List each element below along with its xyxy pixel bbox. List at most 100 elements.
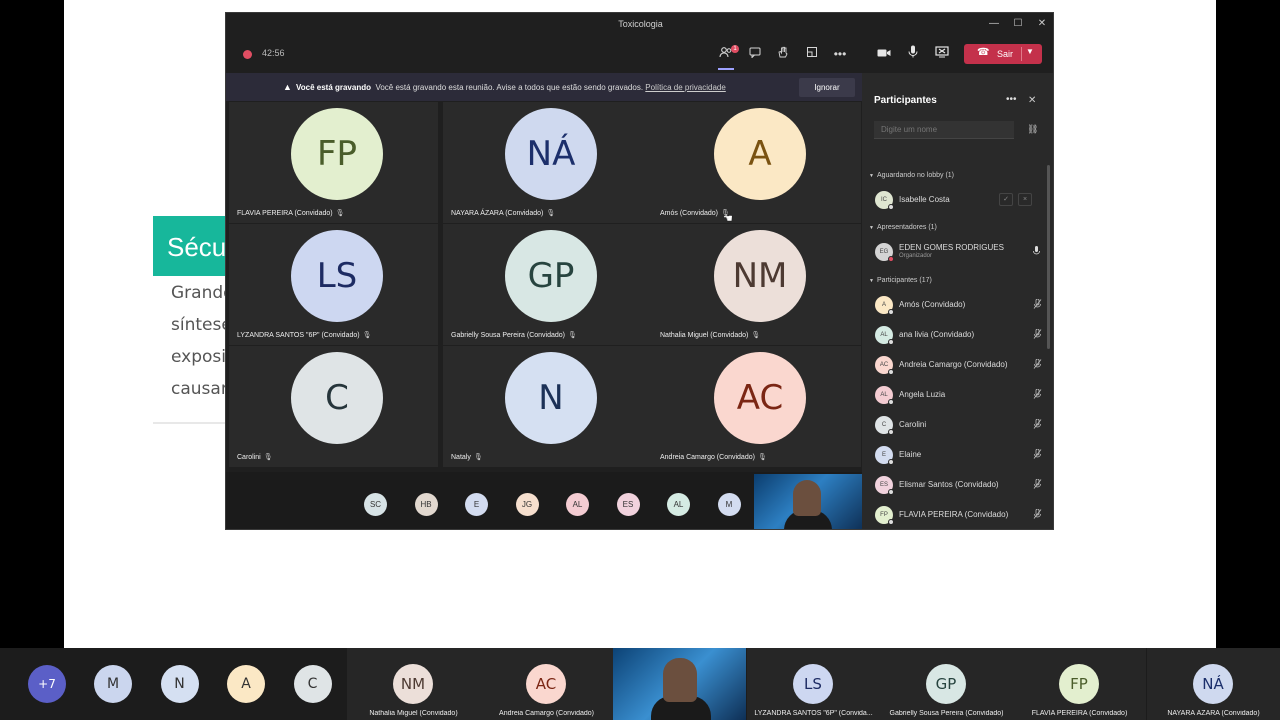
overflow-avatar[interactable]: M — [717, 493, 741, 516]
video-tile[interactable]: FP FLAVIA PEREIRA (Convidado) 🎙 — [229, 102, 438, 223]
tile-name: LYZANDRA SANTOS "6P" (Convidado) 🎙 — [237, 331, 371, 339]
meeting-toolbar: 42:56 1 ••• ☎ Sair ▼ — [226, 35, 1053, 73]
avatar: GP — [926, 664, 966, 704]
video-tile[interactable]: NÁ NAYARA ÁZARA (Convidado) 🎙 — [443, 102, 652, 223]
participant-row[interactable]: AC Andreia Camargo (Convidado) — [875, 353, 1043, 377]
lobby-section-header[interactable]: ▼ Aguardando no lobby (1) — [869, 172, 954, 179]
maximize-icon[interactable]: ☐ — [1006, 13, 1030, 35]
participants-badge: 1 — [731, 45, 739, 53]
video-tile[interactable]: N Nataly 🎙 — [443, 346, 652, 467]
overflow-avatar[interactable]: AL — [566, 493, 589, 516]
microphone-icon[interactable] — [903, 44, 923, 64]
participant-search-input[interactable] — [874, 121, 1014, 139]
participant-row[interactable]: AL ana livia (Convidado) — [875, 323, 1043, 347]
gallery-tile[interactable]: AC Andreia Camargo (Convidado) — [480, 648, 613, 720]
minimize-icon[interactable]: — — [982, 13, 1006, 35]
overflow-avatar[interactable]: SC — [364, 493, 387, 516]
video-tile[interactable]: C Carolini 🎙 — [229, 346, 438, 467]
status-dot — [888, 256, 894, 262]
video-tile[interactable]: A Amós (Convidado) 🎙 — [652, 102, 861, 223]
gallery-tile[interactable]: NÁ NAYARA ÁZARA (Convidado) — [1147, 648, 1280, 720]
panel-more-icon[interactable]: ••• — [1006, 94, 1017, 105]
participant-name: FLAVIA PEREIRA (Convidado) — [899, 510, 1009, 519]
mic-muted-icon — [1033, 418, 1042, 431]
panel-scrollbar[interactable] — [1047, 165, 1050, 349]
mic-muted-icon — [1033, 478, 1042, 491]
active-tab-indicator — [718, 68, 734, 70]
gallery-avatar[interactable]: N — [160, 665, 199, 703]
slide-heading: Sécu — [153, 216, 233, 276]
warning-icon: ▲ — [283, 82, 292, 92]
recording-banner: ▲ Você está gravando Você está gravando … — [226, 73, 862, 101]
mic-muted-icon — [1033, 388, 1042, 401]
participants-section-header[interactable]: ▼ Participantes (17) — [869, 277, 932, 284]
deny-icon[interactable]: × — [1018, 193, 1032, 206]
leave-label: Sair — [997, 49, 1014, 59]
slide-text-line: exposi — [171, 347, 226, 367]
video-tile[interactable]: NM Nathalia Miguel (Convidado) 🎙 — [652, 224, 861, 345]
participant-name: Carolini — [899, 420, 927, 429]
participant-row[interactable]: ES Elismar Santos (Convidado) — [875, 473, 1043, 497]
mic-muted-icon: 🎙 — [362, 332, 372, 339]
participant-name: Gabrielly Sousa Pereira (Convidado) — [451, 332, 565, 339]
avatar-initials: ES — [879, 482, 888, 488]
participant-name: Andreia Camargo (Convidado) — [499, 710, 594, 717]
mic-muted-icon: 🎙 — [751, 332, 761, 339]
close-icon[interactable]: ✕ — [1028, 95, 1036, 106]
video-tile[interactable]: AC Andreia Camargo (Convidado) 🎙 — [652, 346, 861, 467]
mic-muted-icon: 🎙 — [546, 210, 556, 217]
more-options-icon[interactable]: ••• — [830, 44, 850, 64]
overflow-avatar[interactable]: AL — [667, 493, 690, 516]
avatar: NÁ — [505, 108, 597, 200]
participant-row[interactable]: A Amós (Convidado) — [875, 293, 1043, 317]
presenter-row[interactable]: EG EDEN GOMES RODRIGUES Organizador — [875, 240, 1043, 264]
gallery-tile[interactable]: LS LYZANDRA SANTOS "6P" (Convida... — [747, 648, 880, 720]
raise-hand-icon[interactable] — [773, 44, 793, 64]
participant-row[interactable]: C Carolini — [875, 413, 1043, 437]
share-invite-icon[interactable]: ⛓ — [1027, 124, 1038, 135]
participant-row[interactable]: E Elaine — [875, 443, 1043, 467]
video-tile[interactable]: GP Gabrielly Sousa Pereira (Convidado) 🎙 — [443, 224, 652, 345]
presenter-video[interactable] — [613, 648, 746, 720]
avatar: N — [505, 352, 597, 444]
video-tile[interactable]: LS LYZANDRA SANTOS "6P" (Convidado) 🎙 — [229, 224, 438, 345]
chevron-down-icon[interactable]: ▼ — [1026, 47, 1034, 56]
overflow-count[interactable]: +7 — [28, 665, 66, 703]
tile-name: NAYARA ÁZARA (Convidado) 🎙 — [451, 209, 555, 217]
participant-name: Amós (Convidado) — [660, 210, 718, 217]
overflow-avatar[interactable]: E — [465, 493, 488, 516]
presenters-section-header[interactable]: ▼ Apresentadores (1) — [869, 224, 937, 231]
overflow-avatar[interactable]: JG — [515, 493, 539, 516]
gallery-tile[interactable]: FP FLAVIA PEREIRA (Convidado) — [1013, 648, 1146, 720]
self-video[interactable] — [754, 474, 862, 529]
status-dot — [888, 369, 894, 375]
gallery-tile[interactable]: NM Nathalia Miguel (Convidado) — [347, 648, 480, 720]
rooms-icon[interactable] — [802, 44, 822, 64]
camera-icon[interactable] — [874, 44, 894, 64]
overflow-avatar[interactable]: ES — [616, 493, 640, 516]
participant-name: FLAVIA PEREIRA (Convidado) — [237, 210, 333, 217]
avatar-initials: AC — [879, 362, 889, 368]
participant-row[interactable]: AL Angela Luzia — [875, 383, 1043, 407]
lobby-participant-row[interactable]: IC Isabelle Costa ✓ × — [875, 188, 1043, 212]
chat-icon[interactable] — [745, 44, 765, 64]
share-screen-icon[interactable] — [932, 44, 952, 64]
avatar: AL — [875, 386, 894, 405]
presenters-header-label: Apresentadores (1) — [876, 224, 937, 231]
overflow-avatar[interactable]: HB — [414, 493, 438, 516]
microphone-icon — [1033, 246, 1040, 258]
participant-row[interactable]: FP FLAVIA PEREIRA (Convidado) — [875, 503, 1043, 527]
ignore-button[interactable]: Ignorar — [799, 78, 855, 97]
gallery-avatar[interactable]: M — [94, 665, 132, 703]
participant-name: Elismar Santos (Convidado) — [899, 480, 999, 489]
admit-check-icon[interactable]: ✓ — [999, 193, 1013, 206]
gallery-avatar[interactable]: A — [227, 665, 265, 703]
gallery-avatar[interactable]: C — [293, 665, 332, 703]
close-window-icon[interactable]: ✕ — [1030, 13, 1053, 35]
avatar: AC — [526, 664, 566, 704]
slide-text-line: causar — [171, 379, 228, 399]
gallery-tile[interactable]: GP Gabrielly Sousa Pereira (Convidado) — [880, 648, 1013, 720]
avatar: AL — [875, 326, 894, 345]
privacy-policy-link[interactable]: Política de privacidade — [645, 83, 726, 92]
leave-button[interactable]: ☎ Sair ▼ — [964, 44, 1042, 64]
